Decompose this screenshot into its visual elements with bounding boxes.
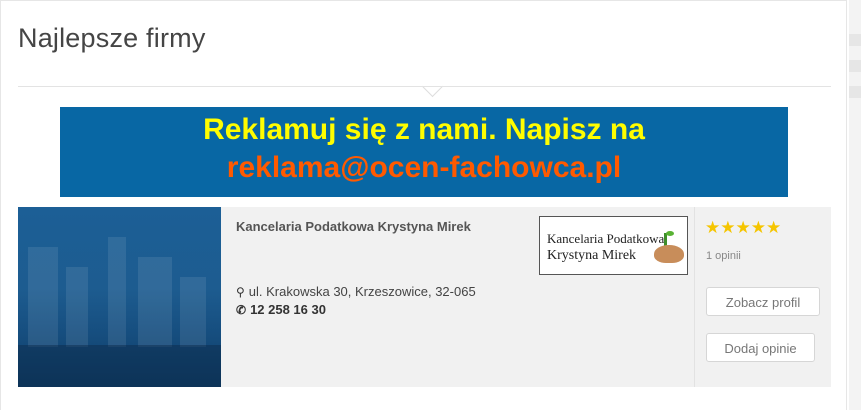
logo-line-1: Kancelaria Podatkowa — [547, 231, 665, 246]
address-text: ul. Krakowska 30, Krzeszowice, 32-065 — [248, 284, 476, 299]
scrollbar-track[interactable] — [849, 0, 861, 410]
banner-line-1: Reklamuj się z nami. Napisz na — [203, 113, 645, 146]
add-opinion-button[interactable]: Dodaj opinie — [706, 333, 815, 362]
hand-icon — [654, 245, 684, 263]
company-logo[interactable]: Kancelaria Podatkowa Krystyna Mirek — [539, 216, 688, 275]
company-photo[interactable] — [18, 207, 221, 387]
rating-stars: ★★★★★ — [705, 218, 782, 237]
company-phone: ✆ 12 258 16 30 — [236, 302, 326, 317]
map-pin-icon: ⚲ — [236, 285, 245, 299]
company-address: ⚲ ul. Krakowska 30, Krzeszowice, 32-065 — [236, 284, 476, 299]
phone-icon: ✆ — [236, 303, 247, 317]
phone-text: 12 258 16 30 — [250, 302, 326, 317]
company-name[interactable]: Kancelaria Podatkowa Krystyna Mirek — [236, 219, 471, 234]
section-title: Najlepsze firmy — [18, 23, 206, 53]
top-companies-panel: Najlepsze firmy Reklamuj się z nami. Nap… — [0, 0, 847, 410]
banner-email[interactable]: reklama@ocen-fachowca.pl — [60, 151, 788, 185]
view-profile-button[interactable]: Zobacz profil — [706, 287, 820, 316]
advertising-banner[interactable]: Reklamuj się z nami. Napisz na reklama@o… — [60, 107, 788, 197]
section-divider — [18, 86, 831, 87]
company-listing: Kancelaria Podatkowa Krystyna Mirek ⚲ ul.… — [18, 207, 831, 387]
reviews-count: 1 opinii — [706, 250, 741, 262]
listing-divider — [694, 207, 695, 387]
logo-line-2: Krystyna Mirek — [547, 248, 637, 263]
scrollbar-thumb[interactable] — [849, 34, 861, 46]
